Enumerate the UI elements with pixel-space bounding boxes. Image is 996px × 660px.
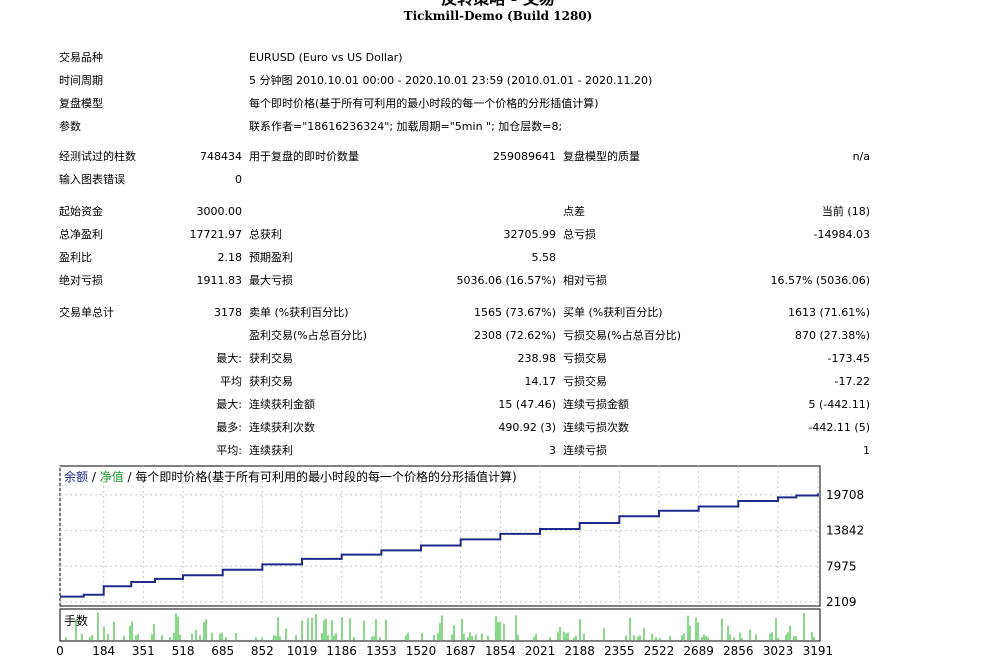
x-tick-label: 2856 [723, 644, 754, 658]
x-tick-label: 184 [92, 644, 115, 658]
balance-chart-frame [59, 465, 821, 607]
x-tick-label: 1854 [485, 644, 516, 658]
x-tick-label: 2689 [683, 644, 714, 658]
x-tick-label: 1520 [406, 644, 437, 658]
y-ticks: 2109 7975 13842 19708 [826, 488, 864, 609]
y-tick-label: 7975 [826, 559, 857, 573]
x-tick-label: 3191 [803, 644, 834, 658]
legend-equity: 净值 [100, 469, 124, 484]
y-tick-label: 13842 [826, 524, 864, 538]
x-tick-label: 0 [56, 644, 64, 658]
x-tick-label: 351 [132, 644, 155, 658]
x-tick-label: 3023 [763, 644, 794, 658]
x-ticks: 0 184 351 518 685 852 1019 1186 1353 1520 1687 1854… [56, 644, 833, 658]
x-tick-label: 518 [172, 644, 195, 658]
chart-svg: 2109 7975 13842 19708 0 184 351 518 685 852 1019 1… [56, 465, 864, 658]
backtest-chart: 2109 7975 13842 19708 0 184 351 518 685 852 1019 1… [0, 0, 996, 660]
legend-balance: 余额 [64, 469, 88, 484]
legend-rest: / 每个即时价格(基于所有可利用的最小时段的每一个价格的分形插值计算) [124, 469, 517, 484]
x-tick-label: 852 [251, 644, 274, 658]
lots-chart-title: 手数 [64, 613, 88, 628]
x-tick-label: 2188 [564, 644, 595, 658]
x-tick-label: 2355 [604, 644, 635, 658]
x-tick-label: 1687 [445, 644, 476, 658]
x-tick-label: 685 [211, 644, 234, 658]
legend-sep: / [88, 470, 100, 484]
x-tick-label: 1186 [326, 644, 357, 658]
x-tick-label: 2522 [644, 644, 675, 658]
x-tick-label: 1019 [287, 644, 318, 658]
chart-legend: 余额 / 净值 / 每个即时价格(基于所有可利用的最小时段的每一个价格的分形插值… [64, 469, 517, 484]
y-tick-label: 2109 [826, 595, 857, 609]
y-tick-label: 19708 [826, 488, 864, 502]
x-tick-label: 2021 [525, 644, 556, 658]
x-tick-label: 1353 [366, 644, 397, 658]
